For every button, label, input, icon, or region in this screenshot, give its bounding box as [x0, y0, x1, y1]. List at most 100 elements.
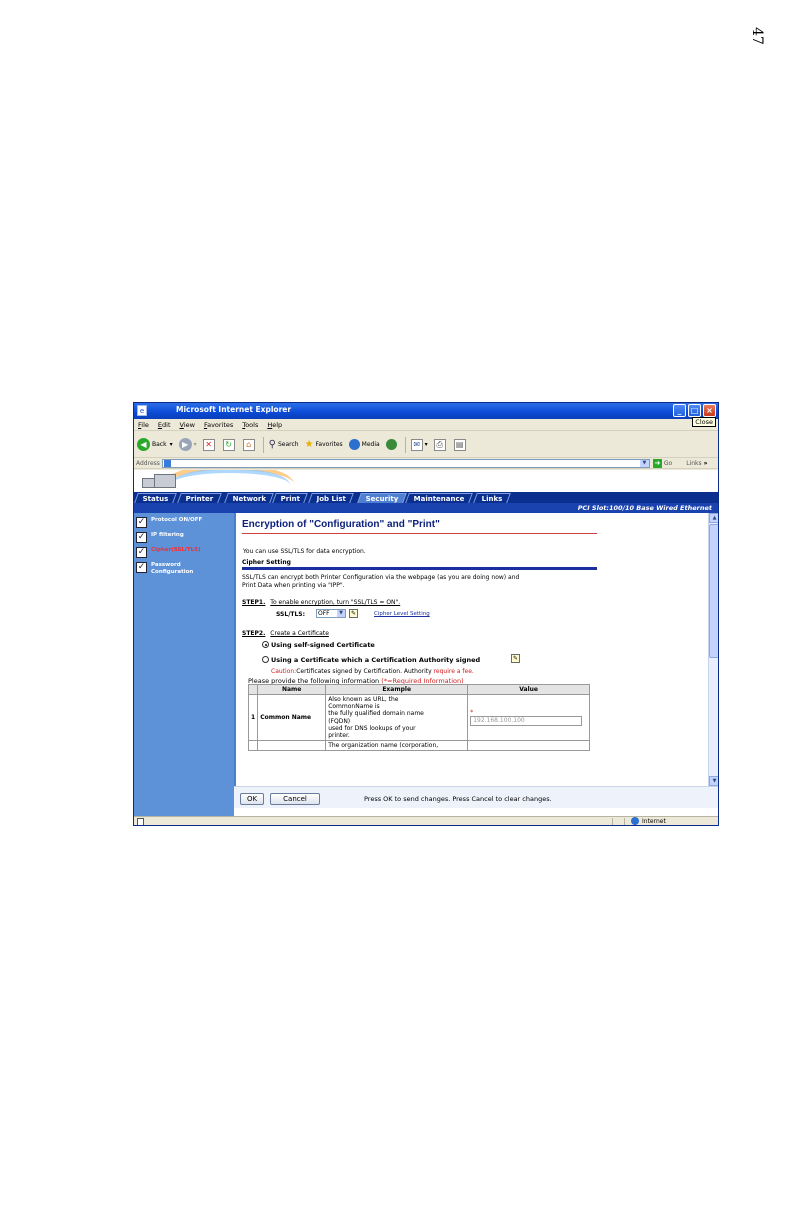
caution-text: Caution:Certificates signed by Certifica…: [271, 668, 474, 675]
sidebar-item-password[interactable]: ✓ Password Configuration: [136, 562, 211, 575]
self-signed-label: Using self-signed Certificate: [271, 641, 375, 649]
device-info-bar: PCI Slot:100/10 Base Wired Ethernet: [134, 503, 718, 513]
ie-icon: e: [137, 405, 147, 416]
star-icon: ★: [304, 439, 314, 450]
browser-window: e Microsoft Internet Explorer _ □ × Clos…: [133, 402, 719, 826]
edit-button[interactable]: ▤: [453, 438, 468, 451]
chevron-icon[interactable]: »: [704, 460, 708, 467]
history-icon: [385, 439, 397, 450]
maximize-button[interactable]: □: [688, 404, 701, 417]
print-button[interactable]: ⎙: [433, 438, 448, 451]
cancel-button[interactable]: Cancel: [270, 793, 320, 805]
intro-text: You can use SSL/TLS for data encryption.: [243, 548, 366, 555]
ok-button[interactable]: OK: [240, 793, 264, 805]
description-line-1: SSL/TLS can encrypt both Printer Configu…: [242, 574, 520, 581]
sidebar-item-protocol[interactable]: ✓ Protocol ON/OFF: [136, 517, 202, 528]
ssltls-label: SSL/TLS:: [276, 611, 306, 618]
table-header-row: Name Example Value: [247, 684, 590, 695]
home-icon: ⌂: [242, 438, 255, 451]
toolbar: ◀ Back ▾ ▶ ▾ ✕ ↻ ⌂ ⚲ Search ★ Favorites …: [134, 432, 718, 458]
tab-maintenance[interactable]: Maintenance: [405, 493, 473, 503]
back-button[interactable]: ◀ Back ▾: [137, 438, 173, 451]
toolbar-separator: [404, 436, 406, 453]
menu-tools[interactable]: Tools: [242, 421, 258, 429]
certificate-info-table: Name Example Value 1 Common Name Also kn…: [247, 684, 590, 752]
scroll-up-icon[interactable]: ▲: [709, 513, 718, 523]
edit-icon[interactable]: ✎: [511, 654, 520, 663]
menu-help[interactable]: Help: [267, 421, 282, 429]
self-signed-radio[interactable]: [262, 641, 269, 648]
dropdown-icon: ▾: [424, 441, 428, 448]
menu-edit[interactable]: Edit: [158, 421, 171, 429]
globe-icon: [631, 817, 639, 825]
address-dropdown-icon[interactable]: ▼: [639, 459, 649, 467]
step1-line: STEP1. To enable encryption, turn "SSL/T…: [242, 599, 401, 606]
vertical-scrollbar[interactable]: ▲ ▼: [708, 513, 718, 786]
action-bar: OK Cancel Press OK to send changes. Pres…: [234, 786, 718, 808]
ca-signed-label: Using a Certificate which a Certificatio…: [271, 656, 481, 664]
action-hint: Press OK to send changes. Press Cancel t…: [364, 795, 552, 803]
scroll-down-icon[interactable]: ▼: [709, 776, 718, 786]
address-label: Address: [136, 459, 160, 467]
back-arrow-icon: ◀: [137, 438, 150, 451]
mail-icon: ✉: [410, 438, 423, 451]
tab-printer[interactable]: Printer: [177, 493, 222, 503]
tab-security[interactable]: Security: [357, 493, 407, 503]
checkmark-icon: ✓: [136, 517, 147, 528]
dropdown-icon: ▾: [169, 441, 173, 448]
media-button[interactable]: Media: [348, 439, 380, 450]
dropdown-icon: ▾: [193, 441, 197, 448]
history-button[interactable]: [385, 439, 399, 450]
section-heading: Cipher Setting: [242, 559, 291, 566]
ca-signed-radio[interactable]: [262, 656, 269, 663]
menu-favorites[interactable]: Favorites: [204, 421, 233, 429]
title-underline: [242, 533, 597, 534]
close-button[interactable]: ×: [703, 404, 716, 417]
menu-view[interactable]: View: [180, 421, 195, 429]
ssltls-select[interactable]: OFF ▼: [316, 609, 346, 618]
minimize-button[interactable]: _: [673, 404, 686, 417]
edit-page-icon: ▤: [453, 438, 466, 451]
main-pane: Encryption of "Configuration" and "Print…: [234, 513, 710, 786]
tab-network[interactable]: Network: [224, 493, 275, 503]
tab-strip: Status Printer Network Print Job List Se…: [134, 492, 718, 503]
checkmark-icon: ✓: [136, 532, 147, 543]
search-icon: ⚲: [268, 439, 276, 450]
scroll-thumb[interactable]: [709, 524, 718, 658]
sidebar-item-ip-filtering[interactable]: ✓ IP filtering: [136, 532, 184, 543]
menu-file[interactable]: File: [138, 421, 149, 429]
sidebar: ✓ Protocol ON/OFF ✓ IP filtering ✓ Ciphe…: [134, 513, 234, 817]
checkmark-icon: ✓: [136, 562, 147, 573]
table-row: The organization name (corporation,: [247, 740, 590, 752]
step2-line: STEP2. Create a Certificate: [242, 630, 329, 637]
address-input[interactable]: ▼: [161, 458, 650, 468]
window-title: Microsoft Internet Explorer: [176, 405, 292, 414]
favorites-button[interactable]: ★ Favorites: [305, 439, 343, 450]
edit-icon[interactable]: ✎: [349, 609, 358, 618]
tab-links[interactable]: Links: [473, 493, 511, 503]
tab-status[interactable]: Status: [134, 493, 177, 503]
common-name-input[interactable]: 192.168.100.100: [470, 716, 583, 727]
rainbow-graphic: [170, 470, 290, 492]
security-zone: Internet: [631, 817, 666, 825]
checkmark-icon: ✓: [136, 547, 147, 558]
home-button[interactable]: ⌂: [242, 438, 257, 451]
page-title: Encryption of "Configuration" and "Print…: [242, 519, 440, 530]
menu-bar: File Edit View Favorites Tools Help: [134, 420, 718, 431]
stop-button[interactable]: ✕: [202, 438, 217, 451]
search-button[interactable]: ⚲ Search: [269, 439, 299, 450]
cipher-level-link[interactable]: Cipher Level Setting: [374, 611, 430, 617]
forward-arrow-icon: ▶: [178, 438, 192, 451]
tab-print[interactable]: Print: [272, 493, 309, 503]
refresh-button[interactable]: ↻: [222, 438, 237, 451]
sidebar-item-cipher[interactable]: ✓ Cipher(SSL/TLS): [136, 547, 201, 558]
printer-icon: ⎙: [433, 438, 446, 451]
page-content: Status Printer Network Print Job List Se…: [134, 470, 718, 817]
forward-button[interactable]: ▶ ▾: [178, 438, 197, 451]
mail-button[interactable]: ✉ ▾: [410, 438, 428, 451]
go-button[interactable]: ➜ Go: [652, 458, 672, 468]
go-arrow-icon: ➜: [652, 458, 662, 468]
chevron-down-icon: ▼: [337, 610, 345, 617]
tab-job-list[interactable]: Job List: [308, 493, 355, 503]
links-button[interactable]: Links: [686, 460, 701, 467]
